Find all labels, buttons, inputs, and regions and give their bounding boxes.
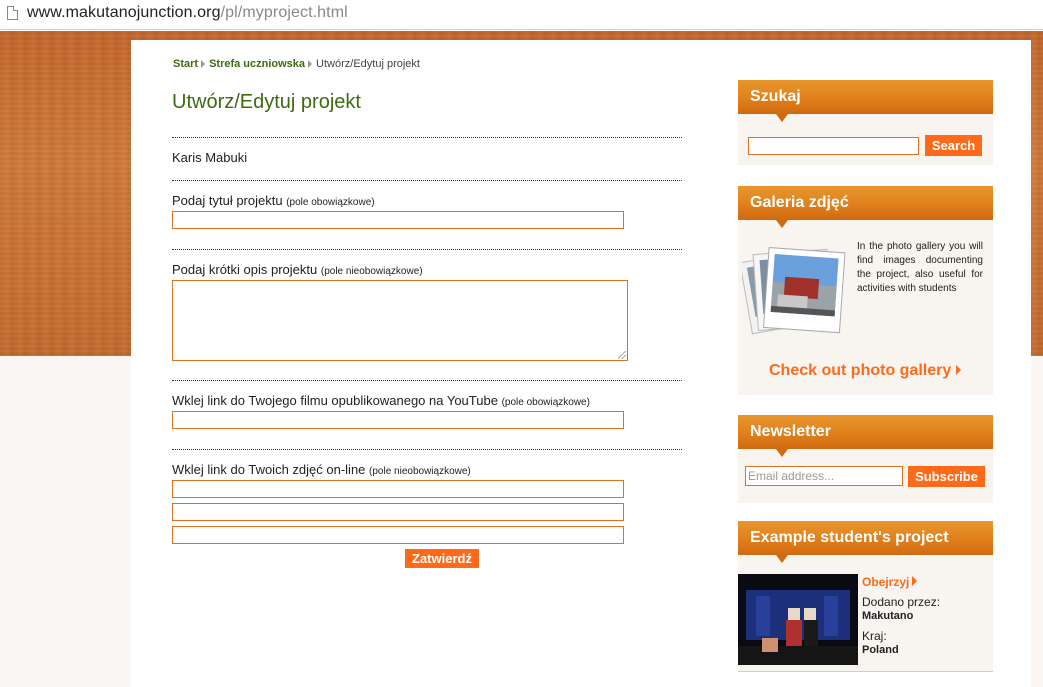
photo-link-input-3[interactable] <box>172 526 624 544</box>
user-name: Karis Mabuki <box>172 150 248 165</box>
breadcrumb-current: Utwórz/Edytuj projekt <box>316 58 420 70</box>
divider <box>172 180 682 181</box>
project-title-input[interactable] <box>172 211 624 229</box>
photo-link-input-2[interactable] <box>172 503 624 521</box>
project-title-label: Podaj tytuł projektu (pole obowiązkowe) <box>172 193 375 208</box>
youtube-link-input[interactable] <box>172 411 624 429</box>
example-project-widget: Example student's project Obejrzyj Dodan… <box>738 521 993 672</box>
youtube-link-label: Wklej link do Twojego filmu opublikowane… <box>172 393 590 408</box>
required-note: (pole obowiązkowe) <box>501 397 590 408</box>
gallery-link-text: Check out photo gallery <box>769 362 952 379</box>
description-label: Podaj krótki opis projektu (pole nieobow… <box>172 262 423 277</box>
example-project-heading: Example student's project <box>738 521 993 563</box>
url-host: www.makutanojunction.org <box>27 4 221 21</box>
description-label-text: Podaj krótki opis projektu <box>172 262 318 277</box>
divider <box>172 380 682 381</box>
description-textarea[interactable] <box>172 280 628 361</box>
browser-address-bar[interactable]: www.makutanojunction.org/pl/myproject.ht… <box>0 0 1043 30</box>
gallery-description: In the photo gallery you will find image… <box>857 241 983 294</box>
search-widget: Szukaj Search <box>738 80 993 165</box>
chevron-right-icon <box>912 576 918 586</box>
country-value: Poland <box>862 644 899 656</box>
breadcrumb-arrow-icon <box>308 60 313 68</box>
video-thumbnail[interactable] <box>738 574 858 665</box>
subscribe-button[interactable]: Subscribe <box>908 466 985 487</box>
url-path: /pl/myproject.html <box>220 4 348 21</box>
address-url[interactable]: www.makutanojunction.org/pl/myproject.ht… <box>27 4 348 22</box>
added-by-value: Makutano <box>862 610 914 622</box>
photos-link-label: Wklej link do Twoich zdjęć on-line (pole… <box>172 462 471 477</box>
added-by-label: Dodano przez: <box>862 595 941 609</box>
optional-note: (pole nieobowiązkowe) <box>369 466 471 477</box>
watch-link[interactable]: Obejrzyj <box>862 575 918 589</box>
divider <box>172 449 682 450</box>
photos-link-label-text: Wklej link do Twoich zdjęć on-line <box>172 462 366 477</box>
search-widget-heading: Szukaj <box>738 80 993 122</box>
required-note: (pole obowiązkowe) <box>286 197 375 208</box>
gallery-link[interactable]: Check out photo gallery <box>769 362 962 380</box>
country-label: Kraj: <box>862 629 887 643</box>
divider <box>172 249 682 250</box>
gallery-widget: Galeria zdjęć In the photo gallery you w… <box>738 186 993 395</box>
page-icon <box>7 6 18 20</box>
email-input[interactable]: Email address... <box>745 466 903 486</box>
breadcrumb: Start Strefa uczniowska Utwórz/Edytuj proj… <box>173 58 420 70</box>
search-input[interactable] <box>748 137 919 155</box>
page-title: Utwórz/Edytuj projekt <box>172 91 361 113</box>
resize-grip-icon[interactable] <box>618 351 626 359</box>
optional-note: (pole nieobowiązkowe) <box>320 266 423 277</box>
chevron-right-icon <box>956 365 962 375</box>
newsletter-widget-heading: Newsletter <box>738 415 993 457</box>
divider <box>172 137 682 138</box>
newsletter-widget: Newsletter Email address... Subscribe <box>738 415 993 503</box>
search-button[interactable]: Search <box>925 135 982 156</box>
submit-button[interactable]: Zatwierdź <box>405 549 479 568</box>
breadcrumb-student-zone[interactable]: Strefa uczniowska <box>209 58 305 70</box>
photo-link-input-1[interactable] <box>172 480 624 498</box>
breadcrumb-arrow-icon <box>201 60 206 68</box>
gallery-widget-heading: Galeria zdjęć <box>738 186 993 228</box>
project-title-label-text: Podaj tytuł projektu <box>172 193 283 208</box>
photo-stack-icon <box>742 247 846 335</box>
youtube-link-label-text: Wklej link do Twojego filmu opublikowane… <box>172 393 498 408</box>
watch-link-text: Obejrzyj <box>862 575 910 589</box>
main-page: Start Strefa uczniowska Utwórz/Edytuj proj… <box>131 40 1031 687</box>
breadcrumb-start[interactable]: Start <box>173 58 198 70</box>
